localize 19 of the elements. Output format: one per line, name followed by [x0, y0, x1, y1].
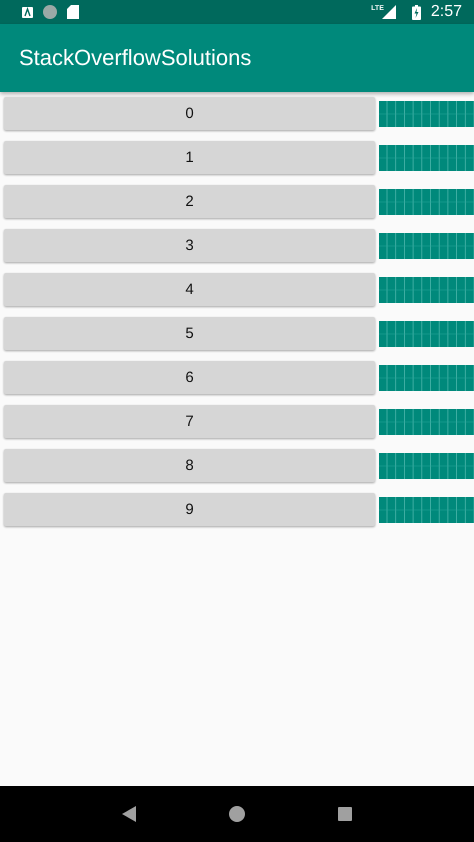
number-button[interactable]: 5 — [4, 317, 375, 350]
number-button[interactable]: 7 — [4, 405, 375, 438]
sd-card-icon — [67, 5, 79, 19]
number-button[interactable]: 3 — [4, 229, 375, 262]
home-icon[interactable] — [228, 806, 245, 822]
number-button[interactable]: 2 — [4, 185, 375, 218]
clock-time: 2:57 — [430, 3, 462, 21]
number-button[interactable]: 1 — [4, 141, 375, 174]
back-icon[interactable] — [122, 806, 136, 822]
number-button[interactable]: 0 — [4, 97, 375, 130]
number-button[interactable]: 6 — [4, 361, 375, 394]
circle-icon — [43, 5, 57, 19]
recents-icon[interactable] — [338, 807, 352, 821]
app-title: StackOverflowSolutions — [19, 45, 252, 71]
number-button[interactable]: 8 — [4, 449, 375, 482]
number-button[interactable]: 4 — [4, 273, 375, 306]
number-button[interactable]: 9 — [4, 493, 375, 526]
battery-icon — [412, 4, 421, 20]
font-icon — [22, 6, 33, 18]
